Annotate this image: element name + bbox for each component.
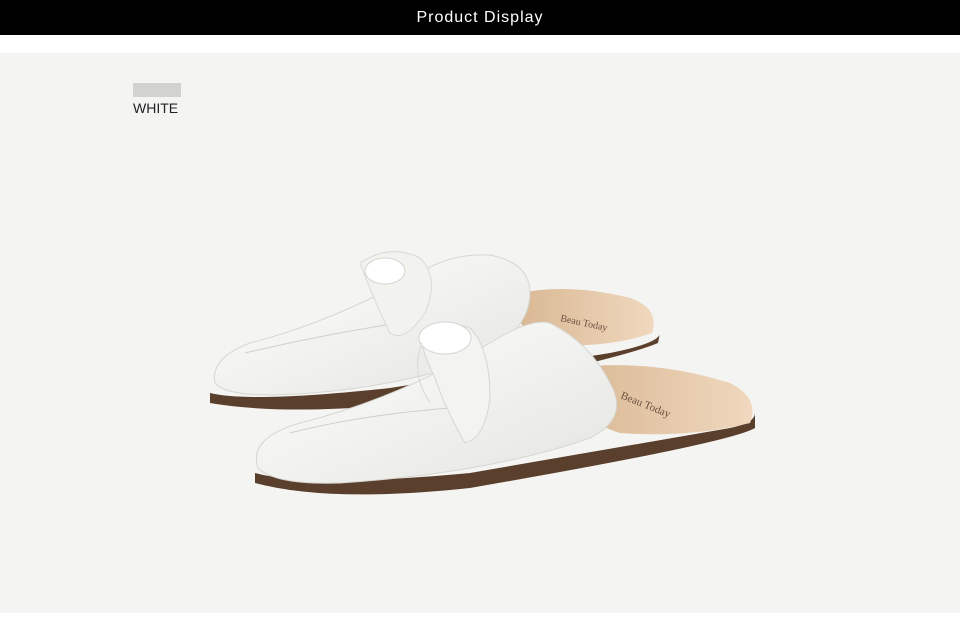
page-title: Product Display [416, 8, 544, 26]
product-display-area: WHITE Beau Today Beau Today [0, 53, 960, 613]
top-banner: Product Display [0, 0, 960, 35]
color-swatch[interactable] [133, 83, 181, 97]
color-label: WHITE [133, 100, 179, 116]
color-option[interactable]: WHITE [133, 83, 181, 116]
product-image: Beau Today Beau Today [210, 251, 755, 495]
